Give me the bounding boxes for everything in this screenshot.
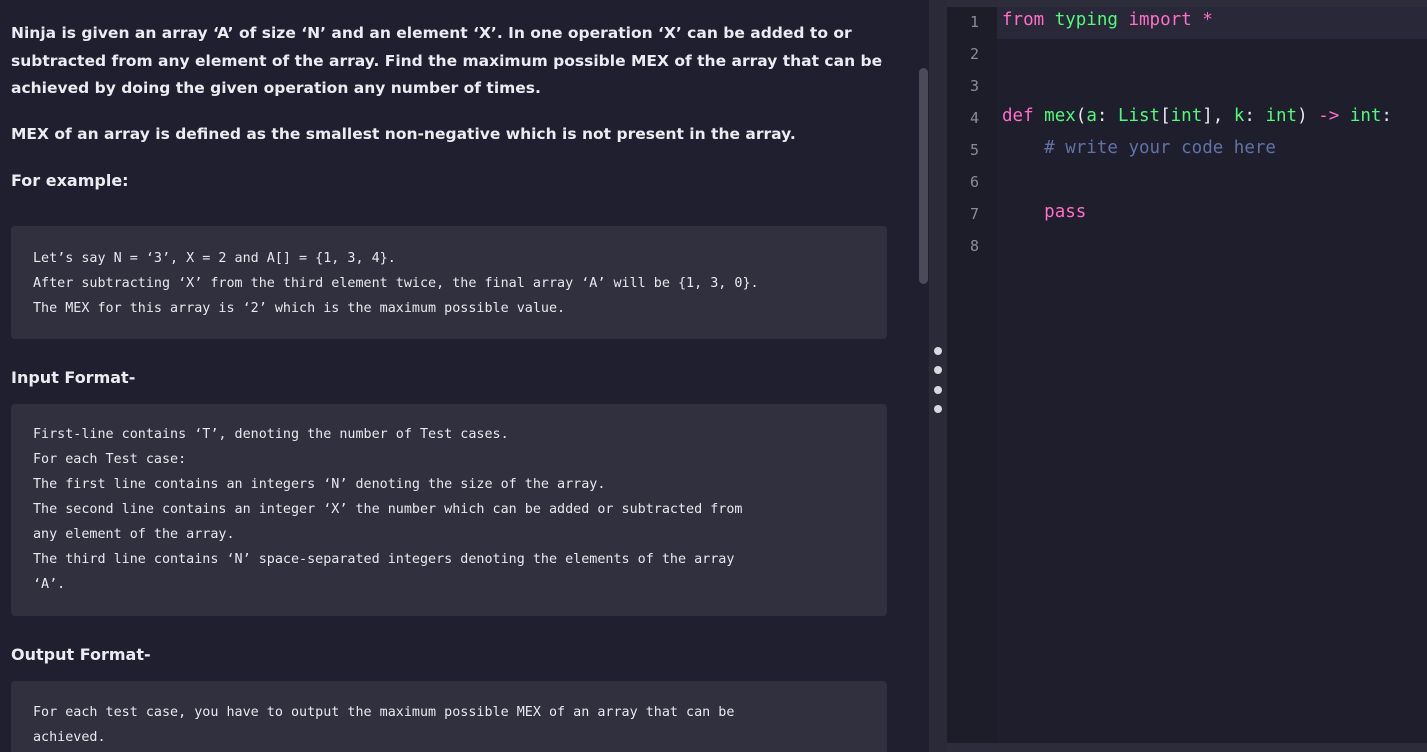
editor-top-bar: [947, 0, 1427, 7]
punct-token: [: [1160, 106, 1171, 126]
example-line: The MEX for this array is ‘2’ which is t…: [33, 301, 566, 316]
input-line: any element of the array.: [33, 527, 235, 542]
output-format-box: For each test case, you have to output t…: [11, 681, 887, 752]
input-format-box: First-line contains ‘T’, denoting the nu…: [11, 404, 887, 616]
punct-token: :: [1244, 106, 1266, 126]
module-token: typing: [1054, 10, 1118, 30]
keyword-token: from: [1002, 10, 1045, 30]
code-line-4[interactable]: def mex(a: List[int], k: int) -> int:: [1002, 106, 1392, 126]
punct-token: :: [1381, 106, 1392, 126]
punct-token: ): [1297, 106, 1308, 126]
type-token: List: [1117, 106, 1161, 126]
operator-token: ->: [1318, 106, 1340, 126]
keyword-token: pass: [1044, 202, 1087, 222]
drag-handle-dot-icon: [934, 347, 942, 355]
punct-token: :: [1096, 106, 1118, 126]
input-line: For each Test case:: [33, 452, 187, 467]
input-line: The third line contains ‘N’ space-separa…: [33, 552, 735, 567]
type-token: int: [1349, 106, 1382, 126]
mex-definition: MEX of an array is defined as the smalle…: [11, 125, 796, 143]
punct-token: (: [1075, 106, 1087, 126]
type-token: int: [1170, 106, 1203, 126]
line-number: 2: [969, 45, 979, 63]
type-token: int: [1265, 106, 1298, 126]
line-number: 3: [969, 77, 979, 95]
output-format-heading: Output Format-: [11, 645, 151, 664]
line-number: 6: [969, 173, 979, 191]
keyword-token: def: [1002, 106, 1034, 126]
example-line: Let’s say N = ‘3’, X = 2 and A[] = {1, 3…: [33, 251, 396, 266]
problem-scrollbar-thumb[interactable]: [919, 68, 928, 284]
comment-token: # write your code here: [1044, 138, 1276, 158]
input-line: The second line contains an integer ‘X’ …: [33, 502, 743, 517]
editor-horizontal-scrollbar[interactable]: [947, 743, 1427, 752]
input-line: ‘A’.: [33, 577, 66, 592]
line-number: 4: [969, 109, 979, 127]
output-line: For each test case, you have to output t…: [33, 705, 735, 720]
output-line: achieved.: [33, 730, 106, 745]
input-format-heading: Input Format-: [11, 368, 136, 387]
input-line: First-line contains ‘T’, denoting the nu…: [33, 427, 509, 442]
code-line-1[interactable]: from typing import *: [1002, 10, 1213, 30]
drag-handle-dot-icon: [934, 405, 942, 413]
code-line-5[interactable]: # write your code here: [1002, 138, 1276, 158]
code-line-7[interactable]: pass: [1002, 202, 1086, 222]
panel-resize-handle[interactable]: [929, 0, 947, 752]
example-line: After subtracting ‘X’ from the third ele…: [33, 276, 759, 291]
problem-statement: Ninja is given an array ‘A’ of size ‘N’ …: [11, 20, 891, 103]
input-line: The first line contains an integers ‘N’ …: [33, 477, 606, 492]
statement-line: subtracted from any element of the array…: [11, 51, 883, 70]
problem-description-panel: Ninja is given an array ‘A’ of size ‘N’ …: [0, 0, 918, 752]
line-number: 7: [969, 205, 979, 223]
punct-token: ],: [1202, 106, 1234, 126]
drag-handle-dot-icon: [934, 386, 942, 394]
example-code-box: Let’s say N = ‘3’, X = 2 and A[] = {1, 3…: [11, 226, 887, 339]
operator-token: *: [1202, 10, 1213, 30]
keyword-token: import: [1128, 10, 1192, 30]
line-number: 8: [969, 237, 979, 255]
statement-line: Ninja is given an array ‘A’ of size ‘N’ …: [11, 24, 852, 42]
example-heading: For example:: [11, 171, 129, 190]
function-name-token: mex: [1044, 106, 1076, 126]
statement-line: achieved by doing the given operation an…: [11, 79, 541, 97]
param-token: a: [1086, 106, 1097, 126]
line-number: 5: [969, 141, 979, 159]
drag-handle-dot-icon: [934, 366, 942, 374]
param-token: k: [1233, 106, 1245, 126]
line-number: 1: [969, 13, 979, 31]
